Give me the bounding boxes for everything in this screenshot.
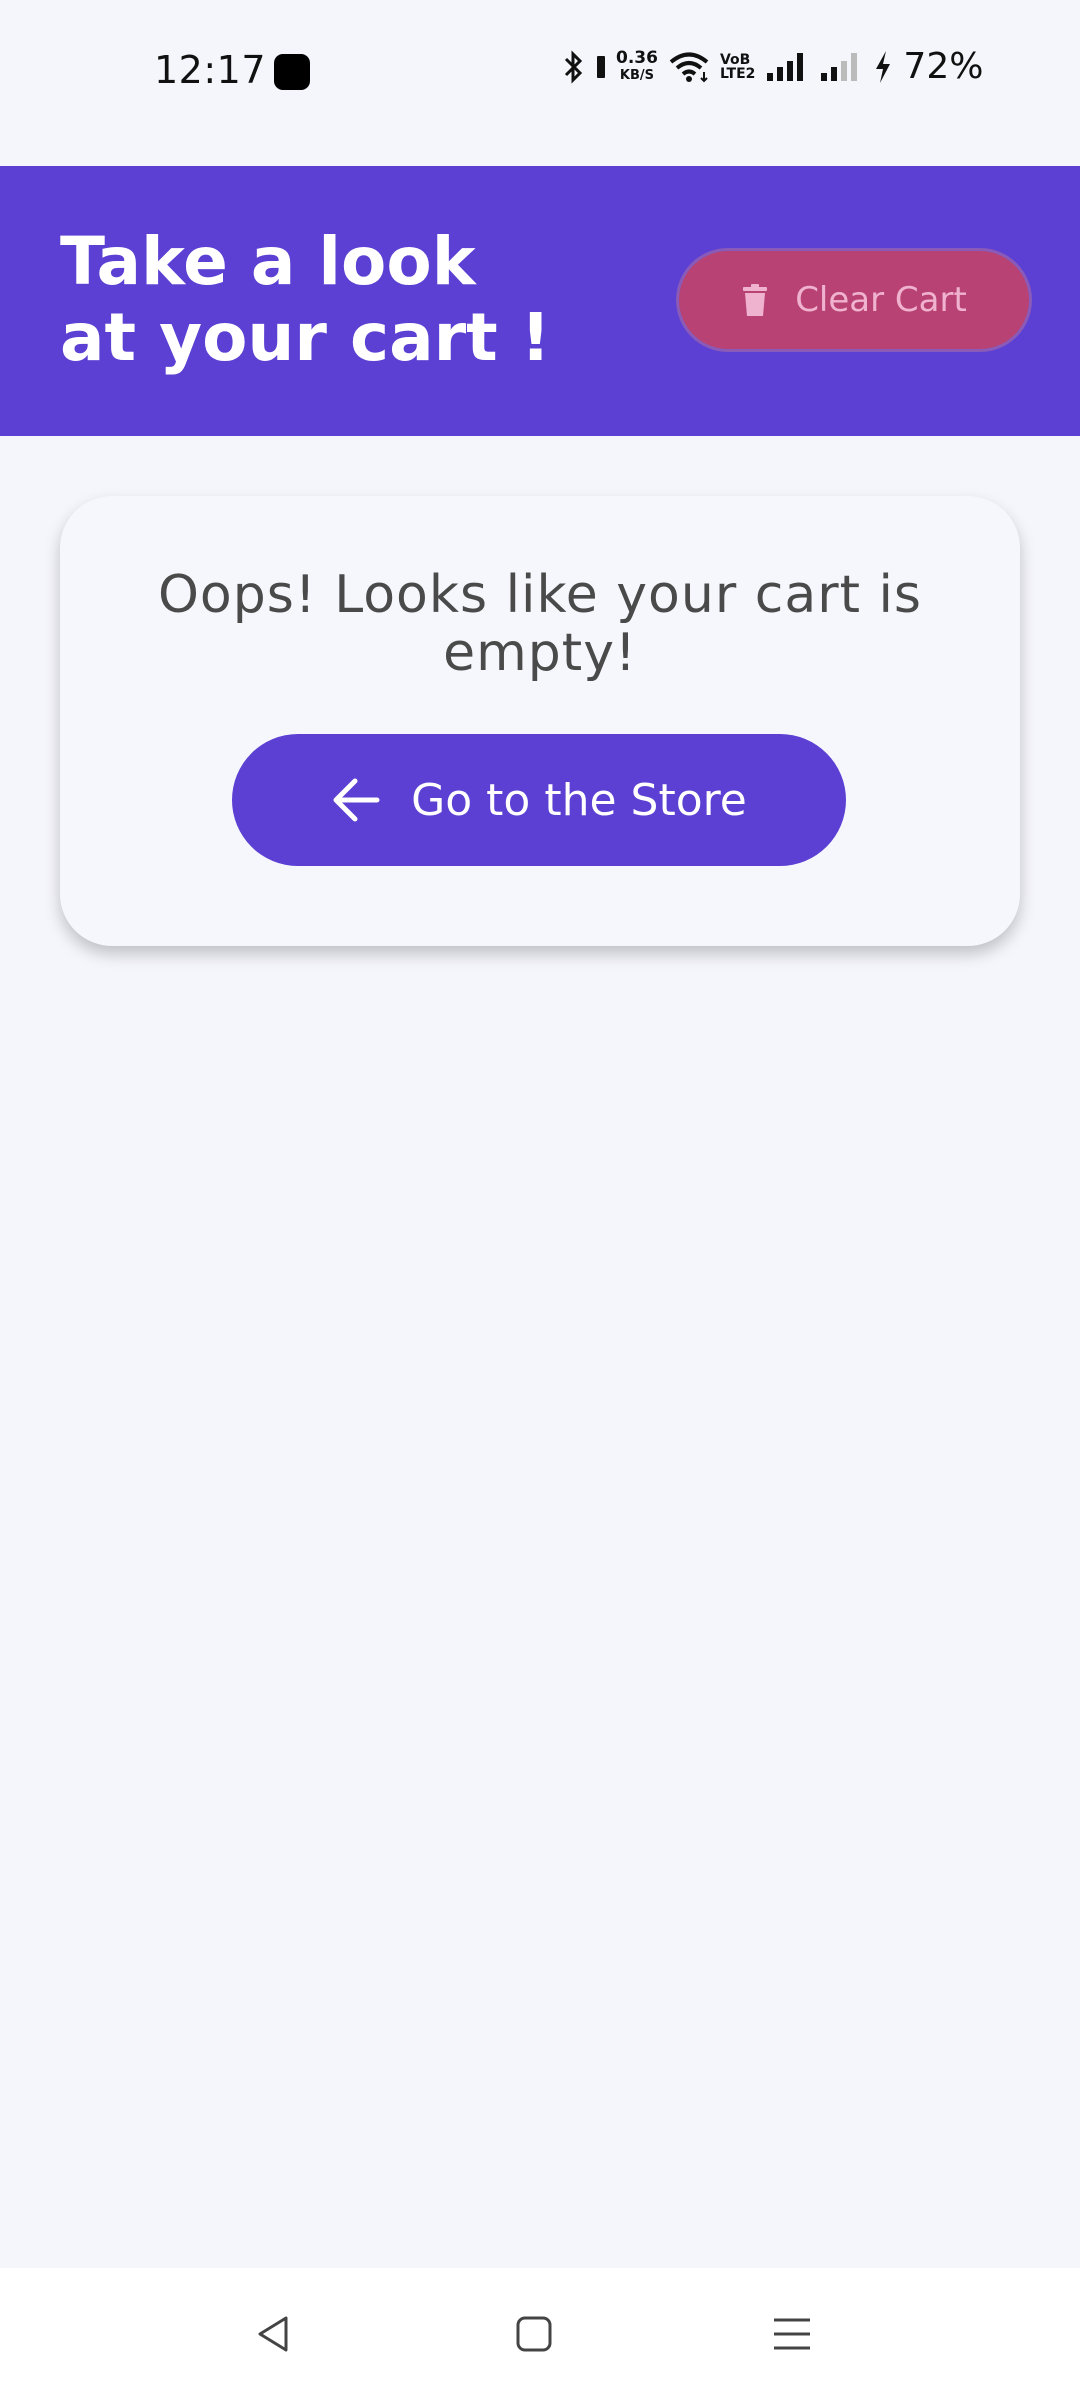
status-bar: 12:17 0.36 KB/S VoB LTE2 72% xyxy=(0,0,1080,166)
nav-menu-icon xyxy=(772,2314,812,2358)
signal-icon-1 xyxy=(765,51,809,83)
system-nav-bar xyxy=(0,2268,1080,2400)
status-time: 12:17 xyxy=(154,48,267,92)
nav-home-button[interactable] xyxy=(504,2308,564,2364)
bluetooth-icon xyxy=(562,49,586,85)
page-title-line-1: Take a look xyxy=(60,223,476,300)
nav-menu-button[interactable] xyxy=(762,2308,822,2364)
nav-back-icon xyxy=(254,2314,294,2358)
trash-icon xyxy=(741,283,769,317)
empty-cart-card: Oops! Looks like your cart is empty! Go … xyxy=(60,496,1020,946)
battery-percentage: 72% xyxy=(903,46,984,87)
volte-indicator: VoB LTE2 xyxy=(720,53,755,81)
network-speed: 0.36 KB/S xyxy=(616,47,658,84)
volte-bottom: LTE2 xyxy=(719,65,756,82)
go-to-store-label: Go to the Store xyxy=(411,774,747,826)
nav-home-icon xyxy=(514,2314,554,2358)
cart-header: Take a look at your cart ! Clear Cart xyxy=(0,166,1080,436)
page-title: Take a look at your cart ! xyxy=(60,224,551,376)
charging-icon xyxy=(873,50,893,84)
nav-back-button[interactable] xyxy=(244,2308,304,2364)
network-speed-value: 0.36 xyxy=(616,47,658,68)
empty-cart-message: Oops! Looks like your cart is empty! xyxy=(157,565,923,683)
clear-cart-label: Clear Cart xyxy=(795,280,967,320)
status-icons: 0.36 KB/S VoB LTE2 72% xyxy=(562,46,983,87)
wifi-icon xyxy=(668,50,710,84)
clear-cart-button[interactable]: Clear Cart xyxy=(676,248,1032,352)
page-title-line-2: at your cart ! xyxy=(60,299,551,376)
volte-top: VoB xyxy=(719,51,751,68)
cart-screen: 12:17 0.36 KB/S VoB LTE2 72% Take a look… xyxy=(0,0,1080,2400)
signal-icon-2 xyxy=(819,51,863,83)
arrow-left-icon xyxy=(331,777,381,823)
network-speed-unit: KB/S xyxy=(619,67,655,83)
battery-small-icon xyxy=(596,54,606,80)
notification-icon xyxy=(274,54,310,90)
go-to-store-button[interactable]: Go to the Store xyxy=(232,734,846,866)
